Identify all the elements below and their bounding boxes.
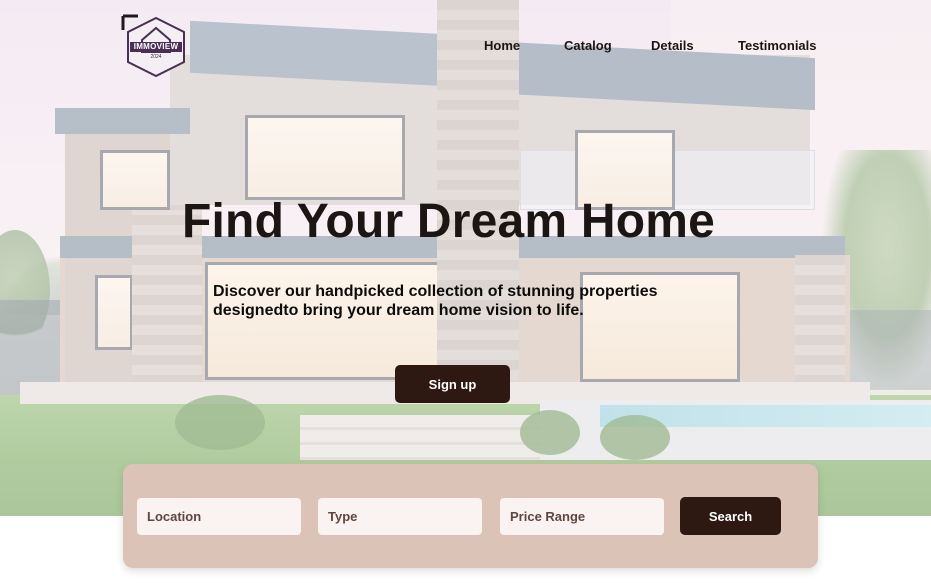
location-field[interactable]: Location [137,498,301,535]
logo-text: IMMOVIEW [133,42,179,51]
nav-link-home[interactable]: Home [484,38,520,53]
nav-link-details[interactable]: Details [651,38,694,53]
nav-link-catalog[interactable]: Catalog [564,38,612,53]
location-placeholder: Location [147,509,202,524]
hero-title: Find Your Dream Home [182,195,715,248]
type-field[interactable]: Type [318,498,482,535]
nav-link-testimonials[interactable]: Testimonials [738,38,817,53]
signup-button[interactable]: Sign up [395,365,510,403]
type-placeholder: Type [328,509,358,524]
logo-year: 2024 [150,54,162,60]
search-button[interactable]: Search [680,497,781,535]
hero-subtitle: Discover our handpicked collection of st… [213,283,658,319]
property-search-panel: Location Type Price Range Search [123,464,818,568]
price-range-field[interactable]: Price Range [500,498,664,535]
price-range-placeholder: Price Range [510,509,586,524]
